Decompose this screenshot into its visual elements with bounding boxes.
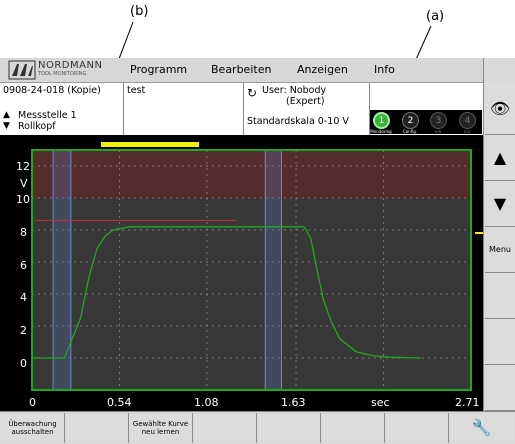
eye-icon: 👁: [489, 98, 511, 118]
arrow-down-icon[interactable]: ▼: [3, 121, 10, 132]
monitoring-label: Monitoring: [370, 129, 392, 134]
menu-button[interactable]: Menu: [485, 227, 515, 273]
menu-programm[interactable]: Programm: [130, 63, 187, 76]
triangle-up-icon: ▲: [493, 148, 507, 167]
bottom-button-6[interactable]: [321, 413, 385, 443]
status-3-label: n/a: [434, 129, 442, 134]
file-name: 0908-24-018 (Kopie): [0, 83, 124, 109]
y-tick-10: 10: [16, 193, 30, 206]
y-tick-4: 4: [20, 291, 27, 304]
side-button-5[interactable]: [485, 273, 515, 319]
scroll-down-button[interactable]: ▼: [485, 181, 515, 227]
menu-anzeigen[interactable]: Anzeigen: [297, 63, 348, 76]
config-status-icon[interactable]: 2: [402, 112, 419, 129]
triangle-down-icon: ▼: [493, 194, 507, 213]
x-tick-271: 2.71: [455, 396, 480, 409]
level-marker: [475, 232, 483, 234]
top-marker-bar: [101, 142, 199, 147]
measure-point-cell[interactable]: ▲ ▼ Messstelle 1 Rollkopf: [0, 109, 124, 135]
brand-name: NORDMANN: [38, 60, 103, 71]
nordmann-logo-icon: [8, 60, 36, 80]
program-name: test: [124, 83, 244, 109]
upper-limit-band: [32, 150, 471, 198]
user-cell[interactable]: ↻ User: Nobody (Expert): [244, 83, 370, 109]
x-tick-0: 0: [29, 396, 36, 409]
monitoring-off-button[interactable]: Überwachung ausschalten: [1, 413, 65, 443]
status-4-icon[interactable]: 4: [459, 112, 476, 129]
time-window: [53, 150, 71, 390]
user-line1: User: Nobody: [262, 85, 327, 96]
y-tick-2: 2: [20, 324, 27, 337]
brand-logo: NORDMANN TOOL MONITORING: [8, 60, 118, 80]
x-tick-163: 1.63: [281, 396, 306, 409]
x-tick-108: 1.08: [194, 396, 219, 409]
y-tick-8: 8: [20, 226, 27, 239]
arrow-up-icon[interactable]: ▲: [3, 110, 10, 121]
measure-point: Messstelle 1: [18, 110, 77, 121]
x-unit-sec: sec: [371, 396, 390, 409]
empty-cell: [370, 83, 483, 109]
bottom-button-7[interactable]: [385, 413, 449, 443]
y-unit: V: [20, 177, 28, 190]
bottom-button-5[interactable]: [257, 413, 321, 443]
scroll-up-button[interactable]: ▲: [485, 135, 515, 181]
status-3-icon[interactable]: 3: [430, 112, 447, 129]
bottom-bar: Überwachung ausschalten Gewählte Kurve n…: [0, 411, 515, 444]
status-4-label: n/a: [463, 129, 471, 134]
scale-cell: Standardskala 0-10 V: [244, 109, 370, 135]
config-label: Config.: [402, 129, 418, 134]
x-tick-054: 0.54: [107, 396, 132, 409]
y-tick-12: 12: [16, 160, 30, 173]
menu-info[interactable]: Info: [374, 63, 395, 76]
side-button-7[interactable]: [485, 365, 515, 411]
tools-button[interactable]: 🔧: [449, 413, 514, 443]
user-line2: (Expert): [286, 96, 325, 107]
bottom-button-2[interactable]: [65, 413, 129, 443]
brand-tagline: TOOL MONITORING: [38, 71, 87, 77]
relearn-curve-button[interactable]: Gewählte Kurve neu lernen: [129, 413, 193, 443]
monitoring-status-icon[interactable]: 1: [373, 112, 390, 129]
measure-location: Rollkopf: [18, 121, 56, 132]
view-button[interactable]: 👁: [485, 82, 515, 135]
time-window: [265, 150, 282, 390]
status-icons: 1 Monitoring 2 Config. 3 n/a 4 n/a: [370, 110, 482, 134]
wrench-icon: 🔧: [471, 418, 492, 437]
empty-cell-2: [124, 109, 244, 135]
y-tick-0: 0: [20, 357, 27, 370]
side-button-6[interactable]: [485, 319, 515, 365]
right-sidebar: 👁 ▲ ▼ Menu: [483, 58, 515, 411]
refresh-icon: ↻: [247, 86, 258, 100]
y-tick-6: 6: [20, 259, 27, 272]
bottom-button-4[interactable]: [193, 413, 257, 443]
curve-chart[interactable]: [0, 135, 483, 411]
menu-bearbeiten[interactable]: Bearbeiten: [211, 63, 271, 76]
